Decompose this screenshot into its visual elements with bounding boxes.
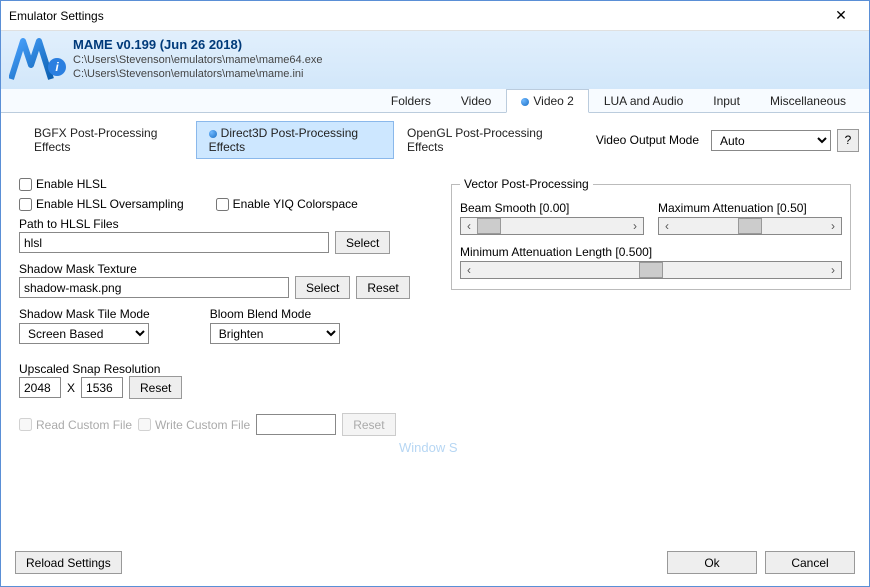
tab-video2[interactable]: Video 2 xyxy=(506,89,588,113)
enable-oversampling-checkbox[interactable]: Enable HLSL Oversampling xyxy=(19,197,184,211)
tile-mode-label: Shadow Mask Tile Mode xyxy=(19,307,150,321)
chevron-right-icon[interactable]: › xyxy=(627,219,643,233)
hlsl-path-select-button[interactable]: Select xyxy=(335,231,390,254)
mame-logo-icon: i xyxy=(9,35,69,83)
write-custom-file-checkbox: Write Custom File xyxy=(138,418,250,432)
close-icon[interactable]: ✕ xyxy=(821,2,861,30)
custom-reset-button: Reset xyxy=(342,413,395,436)
watermark: Window S xyxy=(399,440,458,455)
enable-hlsl-checkbox[interactable]: Enable HLSL xyxy=(19,177,107,191)
custom-file-input xyxy=(256,414,336,435)
chevron-left-icon[interactable]: ‹ xyxy=(659,219,675,233)
titlebar: Emulator Settings ✕ xyxy=(1,1,869,31)
left-column: Enable HLSL Enable HLSL Oversampling Ena… xyxy=(19,177,419,442)
hlsl-path-label: Path to HLSL Files xyxy=(19,217,419,231)
header-info: MAME v0.199 (Jun 26 2018) C:\Users\Steve… xyxy=(73,35,861,82)
snap-width-input[interactable] xyxy=(19,377,61,398)
bullet-icon xyxy=(209,130,217,138)
chevron-right-icon[interactable]: › xyxy=(825,219,841,233)
bloom-mode-label: Bloom Blend Mode xyxy=(210,307,340,321)
video-output-mode-label: Video Output Mode xyxy=(596,133,699,147)
subtab-bar: BGFX Post-Processing Effects Direct3D Po… xyxy=(21,121,580,159)
shadow-mask-reset-button[interactable]: Reset xyxy=(356,276,409,299)
reload-settings-button[interactable]: Reload Settings xyxy=(15,551,122,574)
chevron-right-icon[interactable]: › xyxy=(825,263,841,277)
ini-path: C:\Users\Stevenson\emulators\mame\mame.i… xyxy=(73,68,861,82)
hlsl-path-input[interactable] xyxy=(19,232,329,253)
tile-mode-select[interactable]: Screen Based xyxy=(19,323,149,344)
settings-window: Emulator Settings ✕ i MAME v0.199 (Jun 2… xyxy=(0,0,870,587)
header: i MAME v0.199 (Jun 26 2018) C:\Users\Ste… xyxy=(1,31,869,89)
subtab-d3d[interactable]: Direct3D Post-Processing Effects xyxy=(196,121,394,159)
subtab-opengl[interactable]: OpenGL Post-Processing Effects xyxy=(394,121,580,159)
tab-input[interactable]: Input xyxy=(698,89,755,113)
ok-button[interactable]: Ok xyxy=(667,551,757,574)
exe-path: C:\Users\Stevenson\emulators\mame\mame64… xyxy=(73,54,861,68)
video-output-mode-select[interactable]: Auto xyxy=(711,130,831,151)
bottom-bar: Reload Settings Ok Cancel xyxy=(15,551,855,574)
bullet-icon xyxy=(521,98,529,106)
bloom-mode-select[interactable]: Brighten xyxy=(210,323,340,344)
snap-height-input[interactable] xyxy=(81,377,123,398)
beam-smooth-slider[interactable]: ‹ › xyxy=(460,217,644,235)
snap-x-label: X xyxy=(67,381,75,395)
max-atten-label: Maximum Attenuation [0.50] xyxy=(658,201,842,215)
shadow-mask-label: Shadow Mask Texture xyxy=(19,262,419,276)
snap-res-label: Upscaled Snap Resolution xyxy=(19,362,419,376)
chevron-left-icon[interactable]: ‹ xyxy=(461,219,477,233)
tab-miscellaneous[interactable]: Miscellaneous xyxy=(755,89,861,113)
main-tab-bar: Folders Video Video 2 LUA and Audio Inpu… xyxy=(1,88,869,113)
content-area: Window S Enable HLSL Enable HLSL Oversam… xyxy=(1,165,869,586)
tab-folders[interactable]: Folders xyxy=(376,89,446,113)
shadow-mask-input[interactable] xyxy=(19,277,289,298)
chevron-left-icon[interactable]: ‹ xyxy=(461,263,477,277)
app-title: MAME v0.199 (Jun 26 2018) xyxy=(73,37,861,52)
shadow-mask-select-button[interactable]: Select xyxy=(295,276,350,299)
subtab-row: BGFX Post-Processing Effects Direct3D Po… xyxy=(1,113,869,165)
beam-smooth-label: Beam Smooth [0.00] xyxy=(460,201,644,215)
cancel-button[interactable]: Cancel xyxy=(765,551,855,574)
read-custom-file-checkbox: Read Custom File xyxy=(19,418,132,432)
vector-post-processing-group: Vector Post-Processing Beam Smooth [0.00… xyxy=(451,177,851,290)
window-title: Emulator Settings xyxy=(9,9,821,23)
min-atten-len-label: Minimum Attenuation Length [0.500] xyxy=(460,245,842,259)
right-column: Vector Post-Processing Beam Smooth [0.00… xyxy=(451,177,851,290)
help-button[interactable]: ? xyxy=(837,129,859,152)
snap-reset-button[interactable]: Reset xyxy=(129,376,182,399)
max-atten-slider[interactable]: ‹ › xyxy=(658,217,842,235)
vector-legend: Vector Post-Processing xyxy=(460,177,593,191)
enable-yiq-checkbox[interactable]: Enable YIQ Colorspace xyxy=(216,197,358,211)
tab-video[interactable]: Video xyxy=(446,89,506,113)
min-atten-len-slider[interactable]: ‹ › xyxy=(460,261,842,279)
tab-lua-audio[interactable]: LUA and Audio xyxy=(589,89,698,113)
subtab-bgfx[interactable]: BGFX Post-Processing Effects xyxy=(21,121,196,159)
